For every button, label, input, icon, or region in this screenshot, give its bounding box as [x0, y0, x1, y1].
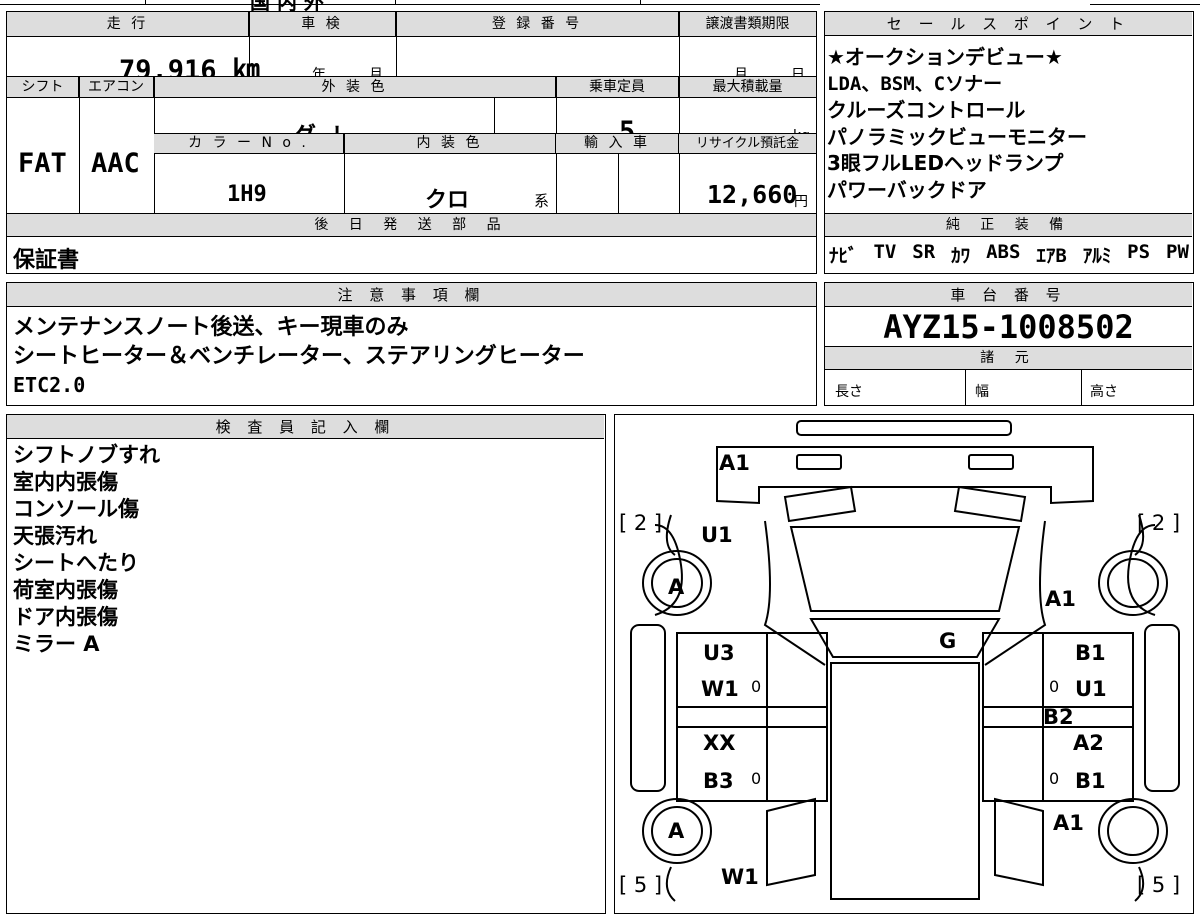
label-fender-right: A1 — [1045, 587, 1076, 611]
label-bracket-tr: [ 2 ] — [1137, 511, 1181, 535]
later-parts-value: 保証書 — [13, 248, 80, 273]
registration-label: 登 録 番 号 — [396, 12, 679, 36]
equipment-item: SR — [912, 241, 936, 263]
note-line: メンテナンスノート後送、キー現車のみ — [13, 315, 409, 340]
inspector-line: ミラー A — [13, 632, 100, 656]
chassis-panel: 車 台 番 号 AYZ15-1008502 諸 元 長さ 幅 高さ — [824, 282, 1194, 406]
length-label: 長さ — [835, 384, 863, 400]
recycle-label: リサイクル預託金 — [679, 134, 816, 153]
recycle-unit: 円 — [794, 194, 808, 210]
equipment-item: ABS — [986, 241, 1021, 263]
sales-point: 3眼フルLEDヘッドランプ — [827, 151, 1064, 175]
equipment-item: PS — [1127, 241, 1151, 263]
equipment-header: 純 正 装 備 — [825, 214, 1192, 236]
label-zero-2: 0 — [1049, 677, 1060, 696]
sales-point: ★オークションデビュー★ — [827, 45, 1063, 69]
equipment-item: ｴｱB — [1036, 245, 1067, 267]
label-wheel-rl: A — [668, 819, 685, 843]
note-line: ETC2.0 — [13, 373, 86, 397]
width-label: 幅 — [975, 384, 989, 400]
label-bracket-br: [ 5 ] — [1137, 873, 1181, 897]
label-front-a1: A1 — [719, 451, 750, 475]
label-sill-right: B2 — [1043, 705, 1074, 729]
interior-color-label: 内 装 色 — [344, 134, 556, 153]
inspector-line: 天張汚れ — [13, 524, 97, 548]
notes-list: メンテナンスノート後送、キー現車のみ シートヒーター＆ベンチレーター、ステアリン… — [13, 313, 585, 400]
label-hood: U1 — [701, 523, 733, 547]
equipment-list: ﾅﾋﾞ TV SR ｶﾜ ABS ｴｱB ｱﾙﾐ PS PW — [829, 241, 1189, 268]
inspector-header: 検 査 員 記 入 欄 — [7, 415, 604, 439]
inspector-line: シートへたり — [13, 551, 139, 575]
height-label: 高さ — [1090, 384, 1118, 400]
sales-point: パワーバックドア — [827, 177, 987, 202]
notes-panel: 注 意 事 項 欄 メンテナンスノート後送、キー現車のみ シートヒーター＆ベンチ… — [6, 282, 817, 406]
specs-header: 諸 元 — [825, 347, 1192, 369]
equipment-item: ｶﾜ — [951, 245, 971, 267]
car-outline — [630, 420, 1180, 902]
label-bracket-tl: [ 2 ] — [619, 511, 663, 535]
label-zero-4: 0 — [1049, 769, 1060, 788]
label-zero-1: 0 — [751, 677, 762, 696]
sales-point: LDA、BSM、Cソナー — [827, 72, 1003, 95]
label-glass: G — [939, 629, 957, 653]
damage-diagram-panel: A1 [ 2 ] [ 2 ] [ 5 ] [ 5 ] U1 A A A1 G U… — [614, 414, 1194, 914]
max-load-label: 最大積載量 — [679, 77, 816, 97]
exterior-color-label: 外 装 色 — [154, 77, 556, 97]
label-bracket-bl: [ 5 ] — [619, 873, 663, 897]
spec-table: 走 行 車 検 登 録 番 号 譲渡書類期限 79,916 ㎞ 年 月 月 日 … — [6, 11, 817, 274]
label-door-fr-2: U1 — [1075, 677, 1107, 701]
label-door-rr-1: A2 — [1073, 731, 1104, 755]
notes-header: 注 意 事 項 欄 — [7, 283, 816, 307]
shift-label: シフト — [7, 77, 79, 97]
sales-points-header: セ ー ル ス ポ イ ン ト — [825, 12, 1192, 36]
inspector-line: 室内内張傷 — [13, 470, 118, 494]
label-door-fl-2: W1 — [701, 677, 739, 701]
inspector-line: コンソール傷 — [13, 497, 139, 521]
sales-points-list: ★オークションデビュー★ LDA、BSM、Cソナー クルーズコントロール パノラ… — [827, 44, 1087, 203]
inspection-label: 車 検 — [249, 12, 396, 36]
label-quarter-right: A1 — [1053, 811, 1084, 835]
ac-label: エアコン — [79, 77, 154, 97]
label-door-rl-2: B3 — [703, 769, 734, 793]
capacity-label: 乗車定員 — [556, 77, 679, 97]
inspector-list: シフトノブすれ 室内内張傷 コンソール傷 天張汚れ シートへたり 荷室内張傷 ド… — [13, 442, 160, 658]
label-door-fl-1: U3 — [703, 641, 735, 665]
note-line: シートヒーター＆ベンチレーター、ステアリングヒーター — [13, 344, 585, 369]
sales-points-panel: セ ー ル ス ポ イ ン ト ★オークションデビュー★ LDA、BSM、Cソナ… — [824, 11, 1194, 274]
label-wheel-fl: A — [668, 575, 685, 599]
color-no-value: 1H9 — [227, 182, 267, 207]
label-door-fr-1: B1 — [1075, 641, 1106, 665]
label-zero-3: 0 — [751, 769, 762, 788]
inspector-line: 荷室内張傷 — [13, 578, 118, 602]
inspector-line: シフトノブすれ — [13, 443, 160, 467]
label-rear-left: W1 — [721, 865, 759, 889]
shift-value: FAT — [18, 148, 67, 179]
mileage-label: 走 行 — [7, 12, 249, 36]
chassis-header: 車 台 番 号 — [825, 283, 1192, 307]
equipment-item: ﾅﾋﾞ — [829, 245, 858, 267]
label-door-rl-1: XX — [703, 731, 736, 755]
ac-value: AAC — [91, 148, 140, 179]
inspector-panel: 検 査 員 記 入 欄 シフトノブすれ 室内内張傷 コンソール傷 天張汚れ シー… — [6, 414, 606, 914]
sales-point: クルーズコントロール — [827, 98, 1026, 122]
label-door-rr-2: B1 — [1075, 769, 1106, 793]
interior-suffix: 系 — [534, 192, 550, 210]
inspector-line: ドア内張傷 — [13, 605, 118, 629]
equipment-item: TV — [873, 241, 897, 263]
transfer-deadline-label: 譲渡書類期限 — [679, 12, 816, 36]
import-label: 輸 入 車 — [556, 134, 679, 153]
interior-color-value: クロ — [425, 188, 470, 213]
color-no-label: カ ラ ー N o . — [154, 134, 344, 153]
equipment-item: PW — [1166, 241, 1189, 263]
sales-point: パノラミックビューモニター — [827, 124, 1087, 149]
recycle-value: 12,660 — [707, 180, 798, 209]
equipment-item: ｱﾙﾐ — [1082, 245, 1112, 267]
later-parts-label: 後 日 発 送 部 品 — [7, 214, 816, 236]
chassis-number: AYZ15-1008502 — [883, 308, 1134, 346]
